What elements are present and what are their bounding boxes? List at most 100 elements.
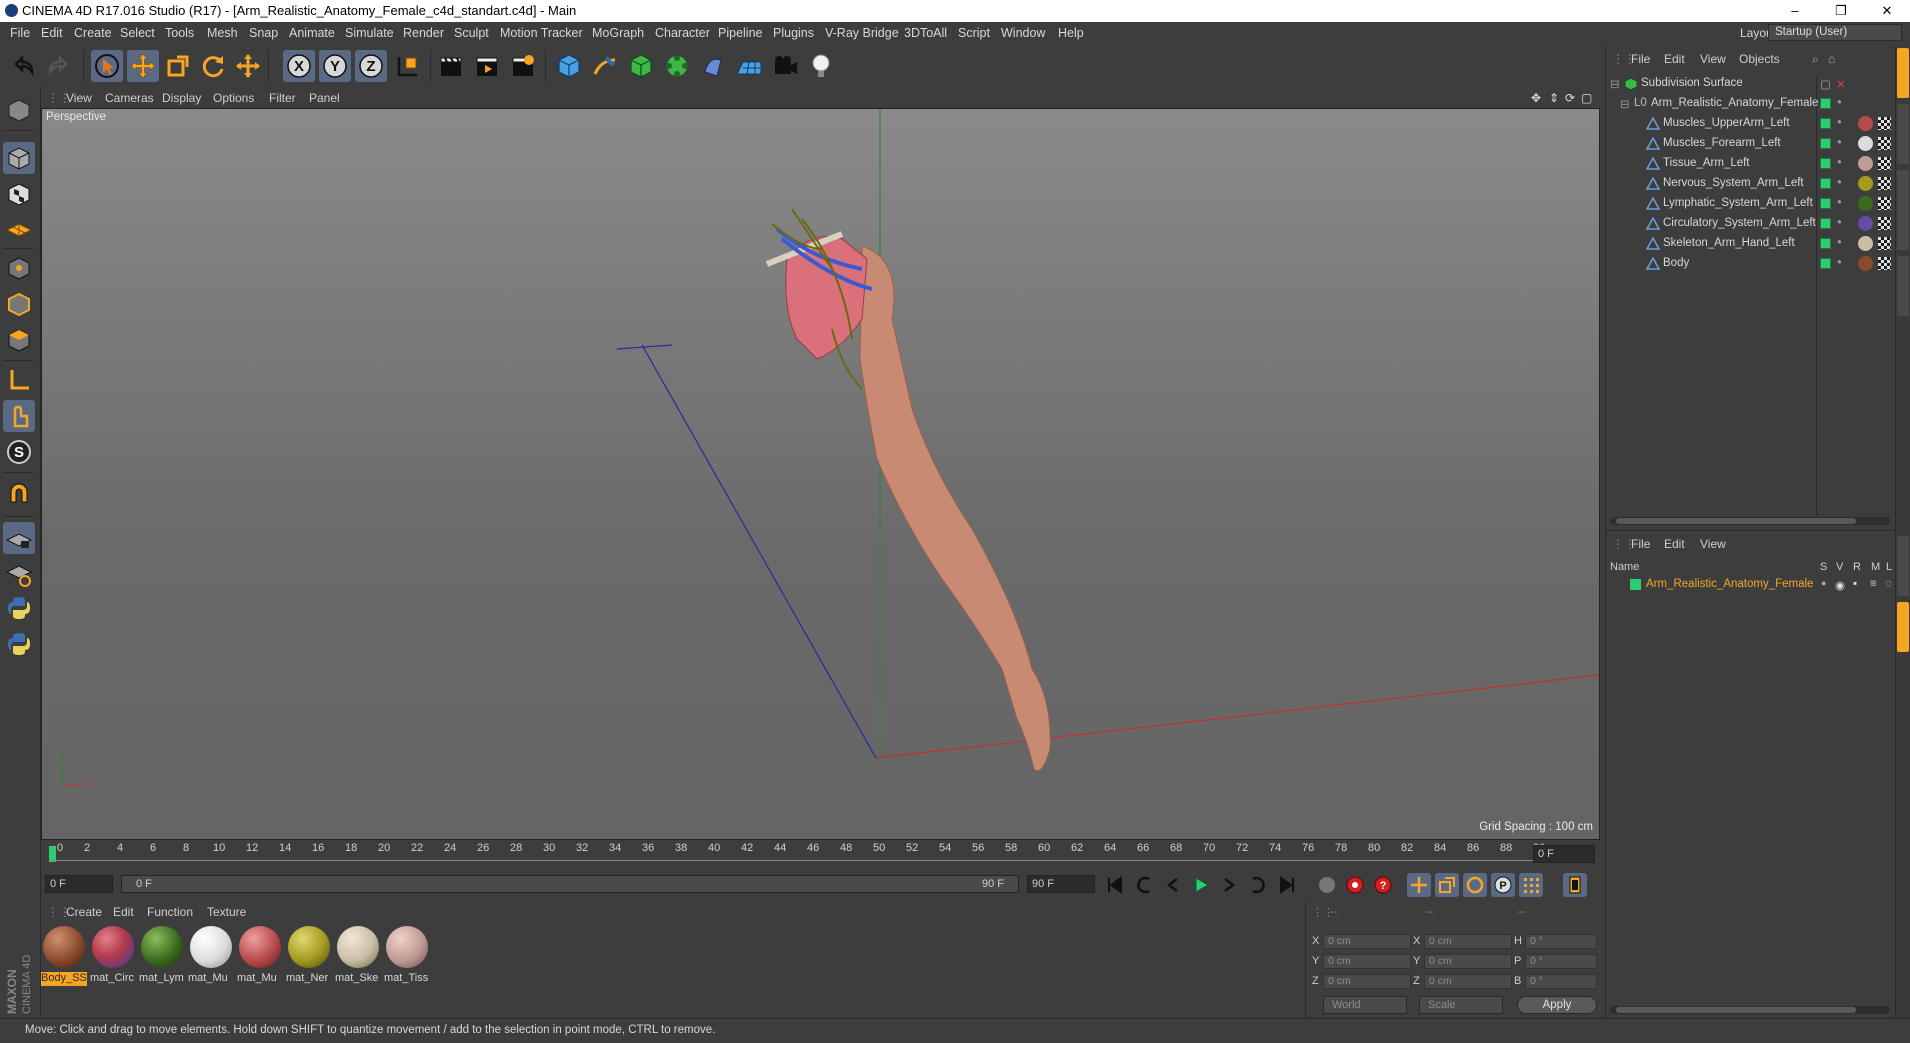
layout-dropdown[interactable]: Startup (User) [1768,24,1902,41]
material-tag-icon[interactable] [1858,136,1873,151]
add-camera-button[interactable] [769,50,801,82]
texture-tag-icon[interactable] [1878,217,1891,230]
menu-render[interactable]: Render [403,26,444,40]
disabled-x-icon[interactable]: ✕ [1836,77,1846,91]
visibility-dots-icon[interactable]: ▢ [1820,77,1831,91]
polygons-mode-button[interactable] [3,324,35,356]
material-swatch[interactable]: mat_Lym [139,926,185,986]
material-tag-icon[interactable] [1858,116,1873,131]
key-parameter-button[interactable]: P [1491,873,1515,897]
rotation-h-field[interactable]: 0 ° [1525,934,1597,949]
autokeying-button[interactable] [1343,873,1367,897]
column-m-header[interactable]: M [1871,561,1880,573]
object-menu-edit[interactable]: Edit [1664,52,1685,66]
texture-tag-icon[interactable] [1878,157,1891,170]
menu-script[interactable]: Script [958,26,990,40]
material-swatch[interactable]: mat_Mu [188,926,234,986]
viewport-menu-display[interactable]: Display [162,91,201,105]
position-x-field[interactable]: 0 cm [1323,934,1411,949]
material-tag-icon[interactable] [1858,156,1873,171]
material-swatch[interactable]: mat_Circ [90,926,136,986]
material-menu-function[interactable]: Function [147,905,193,919]
visibility-toggle-icon[interactable]: ● [1837,97,1843,111]
play-button[interactable] [1189,873,1213,897]
layer-menu-view[interactable]: View [1700,537,1726,551]
position-y-field[interactable]: 0 cm [1323,954,1411,969]
layer-color-box[interactable] [1820,198,1831,209]
menu-motion-tracker[interactable]: Motion Tracker [500,26,583,40]
viewport-menu-cameras[interactable]: Cameras [105,91,154,105]
points-mode-button[interactable] [3,252,35,284]
material-swatch[interactable]: Body_SS [41,926,87,986]
visibility-toggle-icon[interactable]: ● [1837,137,1843,151]
lock-toggle-icon[interactable]: ◌ [1885,578,1892,590]
enable-axis-button[interactable] [3,364,35,396]
visibility-toggle-icon[interactable]: ● [1837,197,1843,211]
visibility-toggle-icon[interactable]: ● [1837,237,1843,251]
objects-tab[interactable] [1897,48,1909,98]
texture-mode-button[interactable] [3,178,35,210]
timeline-ruler[interactable]: 0 2 4 6 8 10 12 14 16 18 20 22 24 26 28 … [41,840,1600,868]
visibility-toggle-icon[interactable]: ● [1837,157,1843,171]
visible-eye-icon[interactable]: ◉ [1835,578,1845,592]
layer-menu-edit[interactable]: Edit [1664,537,1685,551]
add-light-button[interactable] [805,50,837,82]
menu-edit[interactable]: Edit [41,26,63,40]
make-editable-button[interactable] [3,94,35,126]
material-swatch[interactable]: mat_Mu [237,926,283,986]
menu-pipeline[interactable]: Pipeline [718,26,762,40]
column-name-header[interactable]: Name [1610,561,1639,573]
viewport-maximize-icon[interactable]: ▢ [1581,91,1592,105]
object-row[interactable]: Skeleton_Arm_Hand_Left ● [1606,234,1896,254]
attributes-tab[interactable] [1897,536,1909,596]
viewport-menu-view[interactable]: View [66,91,92,105]
object-row[interactable]: Tissue_Arm_Left ● [1606,154,1896,174]
object-row[interactable]: ⊟ L0 Arm_Realistic_Anatomy_Female ● [1606,94,1896,114]
layer-row[interactable]: Arm_Realistic_Anatomy_Female ● ◉ ▪ ≡ ◌ [1606,575,1896,595]
key-rotation-button[interactable] [1463,873,1487,897]
rotation-p-field[interactable]: 0 ° [1525,954,1597,969]
visibility-toggle-icon[interactable]: ● [1837,117,1843,131]
column-l-header[interactable]: L [1886,561,1892,573]
size-y-field[interactable]: 0 cm [1424,954,1512,969]
snapping-button[interactable] [3,480,35,512]
redo-button[interactable] [42,50,74,82]
structure-tab[interactable] [1897,256,1909,316]
layers-tab[interactable] [1897,602,1909,652]
material-menu-edit[interactable]: Edit [113,905,134,919]
material-swatch[interactable]: mat_Ske [335,926,381,986]
layer-color-box[interactable] [1820,118,1831,129]
material-menu-create[interactable]: Create [66,905,102,919]
model-mode-button[interactable] [3,142,35,174]
add-floor-button[interactable] [733,50,765,82]
menu-help[interactable]: Help [1058,26,1084,40]
texture-tag-icon[interactable] [1878,117,1891,130]
undo-button[interactable] [8,50,40,82]
material-swatch[interactable]: mat_Ner [286,926,332,986]
locked-workplane-button[interactable] [3,522,35,554]
menu-character[interactable]: Character [655,26,710,40]
solo-toggle-icon[interactable]: ● [1821,578,1826,588]
material-tag-icon[interactable] [1858,176,1873,191]
texture-tag-icon[interactable] [1878,237,1891,250]
object-row[interactable]: Muscles_UpperArm_Left ● [1606,114,1896,134]
render-settings-button[interactable] [507,50,539,82]
layer-color-box[interactable] [1820,178,1831,189]
visibility-toggle-icon[interactable]: ● [1837,217,1843,231]
layer-color-box[interactable] [1820,158,1831,169]
column-v-header[interactable]: V [1836,561,1843,573]
object-search-icon[interactable]: ⌕ [1812,52,1819,67]
layer-manager-scrollbar[interactable] [1610,1006,1890,1014]
viewport-nav-move-icon[interactable]: ✥ [1531,91,1541,105]
material-tag-icon[interactable] [1858,256,1873,271]
python-script-1-button[interactable] [3,592,35,624]
manager-toggle-icon[interactable]: ≡ [1870,578,1877,590]
size-x-field[interactable]: 0 cm [1424,934,1512,949]
keyframe-selection-button[interactable]: ? [1371,873,1395,897]
layer-color-box[interactable] [1820,218,1831,229]
python-script-2-button[interactable] [3,628,35,660]
previous-frame-button[interactable] [1161,873,1185,897]
collapse-toggle-icon[interactable]: ⊟ [1610,77,1620,91]
menu-mesh[interactable]: Mesh [207,26,238,40]
layer-color-box[interactable] [1820,98,1831,109]
